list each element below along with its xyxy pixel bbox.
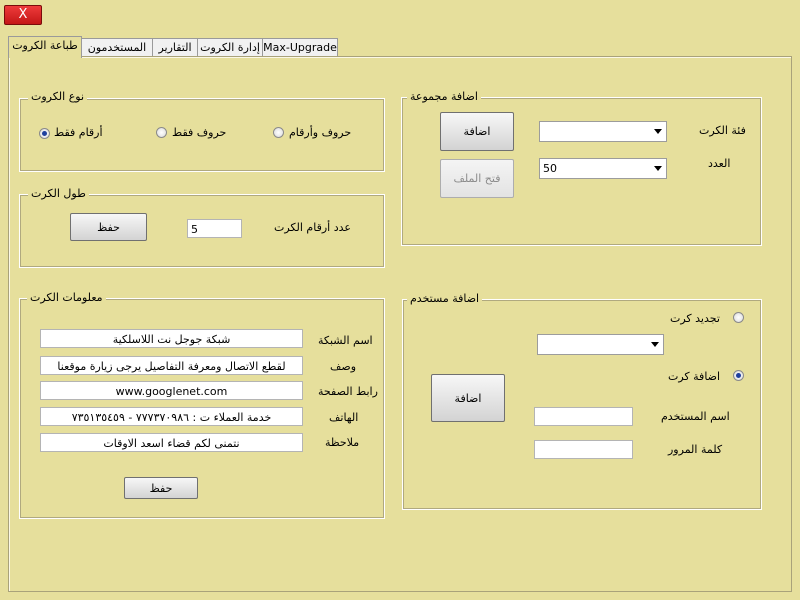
renew-card-radio[interactable] <box>733 312 744 323</box>
chevron-down-icon <box>651 342 659 347</box>
description-input[interactable]: لقطع الاتصال ومعرفة التفاصيل يرجى زيارة … <box>40 356 303 375</box>
chevron-down-icon <box>654 129 662 134</box>
add-card-radio[interactable] <box>733 370 744 381</box>
open-file-button[interactable]: فتح الملف <box>440 159 514 198</box>
page-link-input[interactable]: www.googlenet.com <box>40 381 303 400</box>
password-input[interactable] <box>534 440 633 459</box>
letters-digits-radio[interactable] <box>273 127 284 138</box>
only-digits-label: أرقام فقط <box>54 126 103 139</box>
card-type-title: نوع الكروت <box>28 90 88 103</box>
tab-label: المستخدمون <box>87 41 147 54</box>
close-icon: X <box>18 7 28 22</box>
card-length-title: طول الكرت <box>28 187 89 200</box>
only-digits-radio[interactable] <box>39 128 50 139</box>
tab-label: التقارير <box>158 41 192 54</box>
tab-users[interactable]: المستخدمون <box>81 38 153 57</box>
username-input[interactable] <box>534 407 633 426</box>
tab-label: Max-Upgrade <box>263 41 337 54</box>
network-name-input[interactable]: شبكة جوجل نت اللاسلكية <box>40 329 303 348</box>
tab-max-upgrade[interactable]: Max-Upgrade <box>262 38 338 57</box>
count-select[interactable]: 50 <box>539 158 667 179</box>
tab-cards-management[interactable]: إدارة الكروت <box>197 38 263 57</box>
add-user-title: اضافة مستخدم <box>407 292 483 305</box>
note-input[interactable]: نتمنى لكم قضاء اسعد الاوقات <box>40 433 303 452</box>
save-info-button[interactable]: حفظ <box>124 477 198 499</box>
card-info-title: معلومات الكرت <box>27 291 106 304</box>
tab-reports[interactable]: التقارير <box>152 38 198 57</box>
card-category-label: فئة الكرت <box>699 124 746 137</box>
renew-card-select[interactable] <box>537 334 664 355</box>
chevron-down-icon <box>654 166 662 171</box>
renew-card-label: تجديد كرت <box>670 312 720 325</box>
add-group-title: اضافة مجموعة <box>407 90 481 103</box>
note-label: ملاحظة <box>325 436 360 449</box>
password-label: كلمة المرور <box>668 443 723 456</box>
phone-input[interactable]: خدمة العملاء ت : ٧٧٧٣٧٠٩٨٦ - ٧٣٥١٣٥٤٥٩ <box>40 407 303 426</box>
letters-digits-label: حروف وأرقام <box>289 126 352 139</box>
save-length-button[interactable]: حفظ <box>70 213 147 241</box>
open-file-label: فتح الملف <box>453 172 501 185</box>
add-card-label: اضافة كرت <box>668 370 721 383</box>
only-letters-radio[interactable] <box>156 127 167 138</box>
description-label: وصف <box>330 360 357 373</box>
card-category-select[interactable] <box>539 121 667 142</box>
add-group-button[interactable]: اضافة <box>440 112 514 151</box>
add-group-label: اضافة <box>463 125 491 138</box>
digits-count-label: عدد أرقام الكرت <box>274 221 351 234</box>
tab-label: طباعة الكروت <box>12 39 78 52</box>
network-name-label: اسم الشبكة <box>318 334 373 347</box>
username-label: اسم المستخدم <box>661 410 730 423</box>
add-user-button[interactable]: اضافة <box>431 374 505 422</box>
save-length-label: حفظ <box>97 220 120 234</box>
count-value: 50 <box>543 162 557 175</box>
tab-print-cards[interactable]: طباعة الكروت <box>8 36 82 58</box>
page-link-label: رابط الصفحة <box>318 385 378 398</box>
add-user-label: اضافة <box>454 391 482 405</box>
tab-label: إدارة الكروت <box>200 41 260 54</box>
close-button[interactable]: X <box>4 5 42 25</box>
phone-label: الهاتف <box>329 411 359 424</box>
only-letters-label: حروف فقط <box>172 126 227 139</box>
count-label: العدد <box>708 157 731 170</box>
digits-count-input[interactable]: 5 <box>187 219 242 238</box>
save-info-label: حفظ <box>149 481 173 495</box>
